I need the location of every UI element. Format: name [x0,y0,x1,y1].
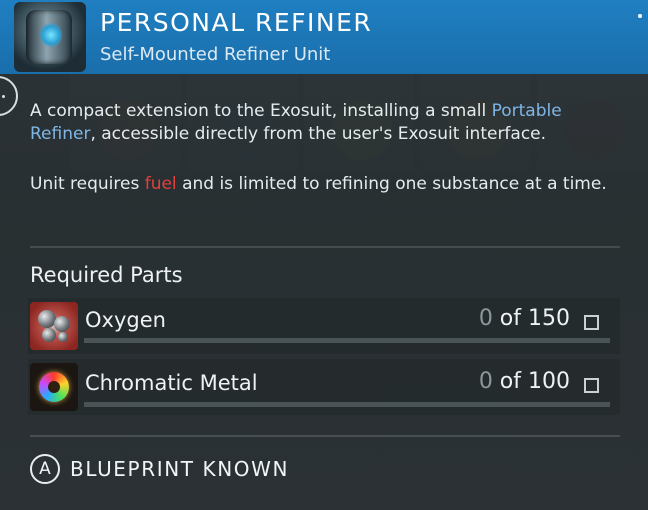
part-checkbox [584,378,599,393]
portable-refiner-icon [14,2,86,72]
section-divider [30,435,620,437]
part-count: 0 of 100 [478,369,570,394]
item-requirement-note: Unit requires fuel and is limited to ref… [30,174,607,194]
part-progress-bar [84,338,610,343]
required-parts-title: Required Parts [30,263,183,287]
blueprint-status: A BLUEPRINT KNOWN [30,453,289,485]
item-title: PERSONAL REFINER [100,8,373,37]
part-name: Oxygen [85,308,166,332]
item-subtitle: Self-Mounted Refiner Unit [100,44,331,65]
fuel-highlight: fuel [144,174,177,194]
panel-background [0,0,648,510]
chromatic-metal-icon [30,363,78,411]
part-checkbox [584,315,599,330]
part-progress-bar [84,402,610,407]
blueprint-known-label: BLUEPRINT KNOWN [70,457,290,481]
part-name: Chromatic Metal [85,371,258,395]
header-dot [638,14,642,18]
part-count: 0 of 150 [478,306,570,331]
item-description: A compact extension to the Exosuit, inst… [30,101,562,144]
section-divider [30,246,620,248]
item-header: PERSONAL REFINER Self-Mounted Refiner Un… [0,0,648,74]
a-button-icon[interactable]: A [30,454,60,484]
oxygen-icon [30,302,78,350]
